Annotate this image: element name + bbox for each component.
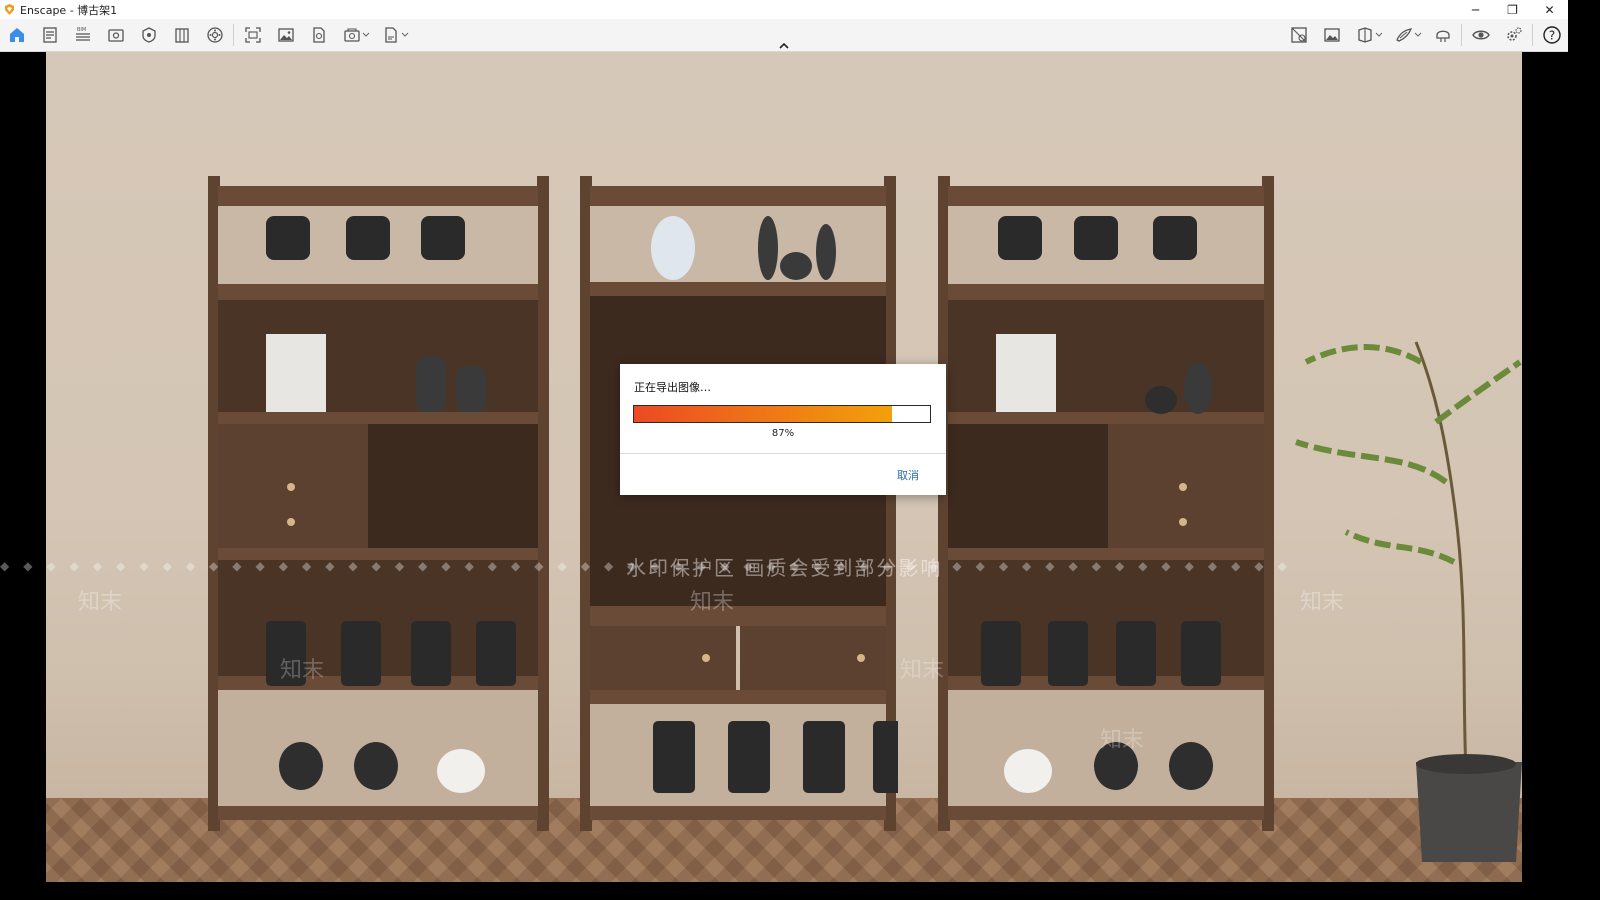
viewport-bottom-band xyxy=(0,882,1568,900)
library-button[interactable] xyxy=(165,19,198,51)
watermark-brand: 知末 xyxy=(280,658,325,683)
preview-button[interactable] xyxy=(1464,19,1497,51)
batch-render-icon xyxy=(343,28,360,42)
bim-icon: BIM xyxy=(75,27,90,41)
export-progress-dialog: 正在导出图像… 87% 取消 xyxy=(620,364,946,495)
watermark-brand: 知末 xyxy=(900,658,945,683)
vr-headset-icon xyxy=(1435,30,1450,42)
minimize-button[interactable]: ─ xyxy=(1457,0,1494,19)
progress-percent-label: 87% xyxy=(771,428,795,439)
image-library-button[interactable] xyxy=(1315,19,1348,51)
batch-render-dropdown[interactable] xyxy=(362,19,370,51)
toolbar-separator xyxy=(1532,24,1533,46)
annotation-dropdown[interactable] xyxy=(1414,19,1422,51)
views-icon xyxy=(107,29,124,42)
export-icon xyxy=(312,27,325,43)
assets-icon xyxy=(42,27,57,43)
watermark-brand: 知末 xyxy=(690,590,735,615)
assets-button[interactable] xyxy=(33,19,66,51)
cancel-button[interactable]: 取消 xyxy=(897,467,919,483)
material-editor-button[interactable] xyxy=(1282,19,1315,51)
chevron-down-icon xyxy=(401,32,409,37)
close-button[interactable]: ✕ xyxy=(1531,0,1568,19)
views-button[interactable] xyxy=(99,19,132,51)
export-progress-bar xyxy=(633,405,931,423)
chevron-up-icon xyxy=(779,42,789,49)
capture-icon xyxy=(244,27,261,43)
toolbar-left-group: BIM xyxy=(0,19,413,51)
help-button[interactable]: ? xyxy=(1535,19,1568,51)
export-button[interactable] xyxy=(302,19,335,51)
toolbar-separator xyxy=(1461,24,1462,46)
toolbar-separator xyxy=(233,24,234,46)
settings-icon xyxy=(1506,27,1522,41)
help-icon: ? xyxy=(1542,26,1561,44)
potted-plant xyxy=(1295,341,1522,862)
home-button[interactable] xyxy=(0,19,33,51)
section-view-dropdown[interactable] xyxy=(1375,19,1383,51)
capture-button[interactable] xyxy=(236,19,269,51)
dialog-title: 正在导出图像… xyxy=(634,381,711,394)
toolbar-right-group: ? xyxy=(1282,19,1568,51)
visual-settings-button[interactable] xyxy=(132,19,165,51)
chevron-down-icon xyxy=(362,32,370,37)
export-progress-fill xyxy=(634,406,892,422)
enscape-logo-icon xyxy=(4,4,15,15)
watermark-text: 水印保护区 画质会受到部分影响 xyxy=(626,556,943,580)
svg-text:?: ? xyxy=(1548,29,1554,43)
vr-headset-button[interactable] xyxy=(1426,19,1459,51)
bim-button[interactable]: BIM xyxy=(66,19,99,51)
visual-settings-icon xyxy=(141,27,156,43)
title-bar: Enscape - 博古架1 ─ ❐ ✕ xyxy=(0,0,1568,19)
preview-eye-icon xyxy=(1471,30,1490,40)
screenshot-icon xyxy=(277,28,294,42)
annotation-icon xyxy=(1395,28,1412,42)
bookmark-icon xyxy=(384,27,397,43)
watermark-brand: 知末 xyxy=(1300,590,1345,615)
atmosphere-button[interactable] xyxy=(198,19,231,51)
watermark-brand: 知末 xyxy=(78,590,123,615)
bookmark-dropdown[interactable] xyxy=(401,19,409,51)
material-editor-icon xyxy=(1290,27,1307,43)
window-title: Enscape - 博古架1 xyxy=(20,3,118,17)
atmosphere-icon xyxy=(206,27,223,43)
collapse-toolbar-button[interactable] xyxy=(776,40,792,51)
image-library-icon xyxy=(1323,28,1340,42)
watermark-brand: 知末 xyxy=(1100,728,1145,753)
dialog-divider xyxy=(620,453,946,454)
left-shelf-unit xyxy=(208,176,549,831)
center-shelf-unit xyxy=(580,176,898,831)
chevron-down-icon xyxy=(1375,32,1383,37)
restore-button[interactable]: ❐ xyxy=(1494,0,1531,19)
home-icon xyxy=(9,28,24,42)
settings-button[interactable] xyxy=(1497,19,1530,51)
screenshot-button[interactable] xyxy=(269,19,302,51)
library-icon xyxy=(174,28,189,43)
bim-label: BIM xyxy=(77,27,86,33)
chevron-down-icon xyxy=(1414,32,1422,37)
section-view-icon xyxy=(1357,27,1372,43)
